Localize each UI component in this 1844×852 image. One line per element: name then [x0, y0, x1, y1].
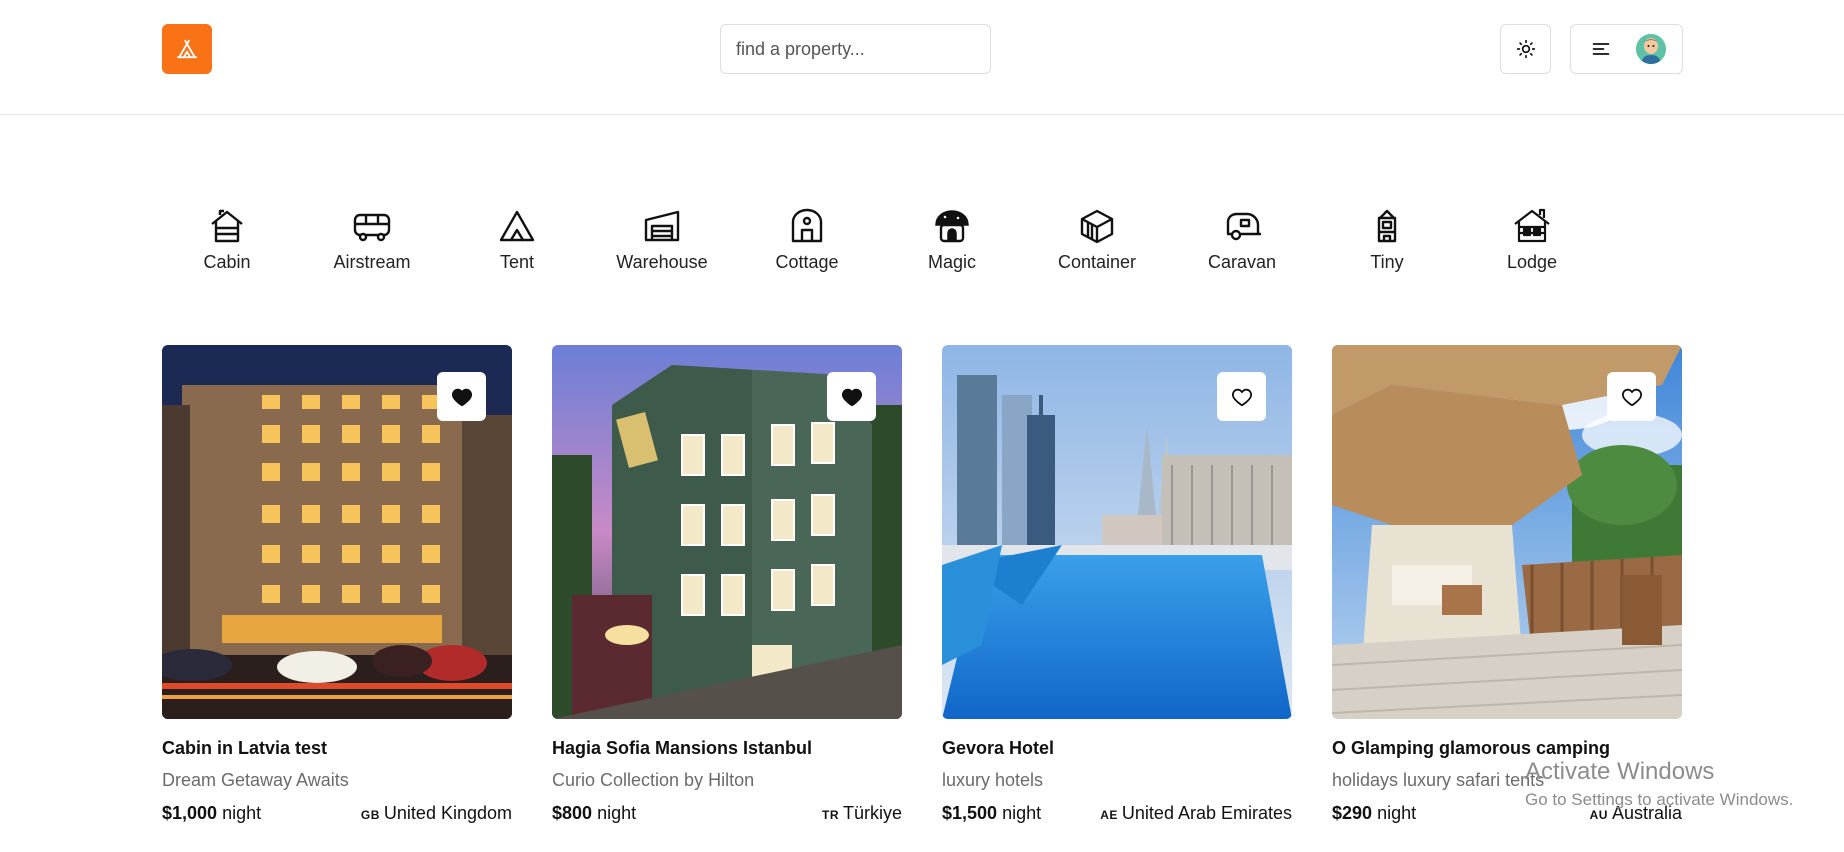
category-cottage[interactable]: Cottage	[742, 206, 872, 273]
category-label: Container	[1057, 252, 1137, 272]
cabin-icon	[211, 209, 243, 243]
category-label: Warehouse	[616, 252, 708, 272]
tent-icon	[499, 210, 535, 242]
category-warehouse[interactable]: Warehouse	[597, 206, 727, 273]
category-label: Tiny	[1370, 252, 1404, 272]
heart-filled-icon	[451, 388, 472, 406]
avatar	[1636, 34, 1666, 64]
price-unit: night	[222, 803, 262, 823]
category-caravan[interactable]: Caravan	[1177, 206, 1307, 273]
container-icon	[1080, 209, 1114, 244]
price-unit: night	[1377, 803, 1417, 823]
favorite-button[interactable]	[827, 372, 876, 421]
property-title[interactable]: Hagia Sofia Mansions Istanbul	[552, 738, 902, 759]
country-code: AU	[1589, 808, 1608, 822]
country-code: TR	[821, 808, 839, 822]
property-image[interactable]	[1332, 345, 1682, 719]
category-label: Magic	[927, 252, 976, 272]
property-meta: $290 night AU Australia	[1332, 803, 1682, 824]
heart-outline-icon	[1231, 388, 1252, 406]
country-code: GB	[360, 808, 380, 822]
property-title[interactable]: Cabin in Latvia test	[162, 738, 512, 759]
heart-outline-icon	[1621, 388, 1642, 406]
category-container[interactable]: Container	[1032, 206, 1162, 273]
property-subtitle: Curio Collection by Hilton	[552, 770, 755, 790]
price: $290 night	[1332, 803, 1416, 824]
property-image[interactable]	[552, 345, 902, 719]
tiny-house-icon	[1377, 209, 1397, 243]
heart-filled-icon	[841, 388, 862, 406]
country-name: United Kingdom	[383, 803, 512, 823]
category-label: Caravan	[1207, 252, 1277, 272]
country-name: Australia	[1611, 803, 1682, 823]
category-tent[interactable]: Tent	[452, 206, 582, 273]
price-unit: night	[1002, 803, 1042, 823]
category-label: Cottage	[775, 252, 839, 272]
category-magic[interactable]: Magic	[887, 206, 1017, 273]
property-subtitle: luxury hotels	[942, 770, 1044, 790]
category-label: Lodge	[1506, 252, 1558, 272]
theme-toggle-button[interactable]	[1500, 24, 1551, 74]
country: GB United Kingdom	[361, 803, 512, 824]
lodge-icon	[1514, 208, 1550, 243]
sun-icon	[1516, 39, 1535, 59]
top-navbar	[0, 0, 1844, 115]
price-unit: night	[597, 803, 637, 823]
property-meta: $800 night TR Türkiye	[552, 803, 902, 824]
price: $1,500 night	[942, 803, 1041, 824]
country-name: Türkiye	[842, 803, 902, 823]
favorite-button[interactable]	[1607, 372, 1656, 421]
favorite-button[interactable]	[437, 372, 486, 421]
category-cabin[interactable]: Cabin	[162, 206, 292, 273]
country: TR Türkiye	[822, 803, 902, 824]
property-subtitle: holidays luxury safari tents	[1332, 770, 1545, 790]
search-input[interactable]	[720, 24, 991, 74]
warehouse-icon	[644, 210, 680, 242]
price: $1,000 night	[162, 803, 261, 824]
price-amount: $1,500	[942, 803, 998, 823]
property-title[interactable]: Gevora Hotel	[942, 738, 1292, 759]
tent-icon	[176, 39, 198, 59]
category-tiny[interactable]: Tiny	[1322, 206, 1452, 273]
category-label: Cabin	[203, 252, 251, 272]
price-amount: $290	[1332, 803, 1373, 823]
property-card[interactable]: Gevora Hotel luxury hotels $1,500 night …	[942, 345, 1292, 824]
country: AU Australia	[1590, 803, 1682, 824]
caravan-icon	[1226, 212, 1261, 241]
property-subtitle: Dream Getaway Awaits	[162, 770, 349, 790]
property-card[interactable]: O Glamping glamorous camping holidays lu…	[1332, 345, 1682, 824]
property-image[interactable]	[162, 345, 512, 719]
cottage-icon	[791, 208, 823, 243]
price: $800 night	[552, 803, 636, 824]
property-card[interactable]: Hagia Sofia Mansions Istanbul Curio Coll…	[552, 345, 902, 824]
country: AE United Arab Emirates	[1100, 803, 1292, 824]
country-code: AE	[1100, 808, 1118, 822]
price-amount: $1,000	[162, 803, 218, 823]
favorite-button[interactable]	[1217, 372, 1266, 421]
category-label: Airstream	[333, 252, 411, 272]
category-airstream[interactable]: Airstream	[307, 206, 437, 273]
user-menu-button[interactable]	[1570, 24, 1683, 74]
menu-lines-icon	[1592, 43, 1610, 55]
home-logo-button[interactable]	[162, 24, 212, 74]
country-name: United Arab Emirates	[1121, 803, 1292, 823]
property-meta: $1,000 night GB United Kingdom	[162, 803, 512, 824]
property-meta: $1,500 night AE United Arab Emirates	[942, 803, 1292, 824]
property-title[interactable]: O Glamping glamorous camping	[1332, 738, 1682, 759]
mushroom-house-icon	[935, 210, 969, 243]
category-bar: Cabin Airstream Tent Warehouse Cottage M…	[162, 206, 1682, 286]
category-label: Tent	[499, 252, 535, 272]
property-image[interactable]	[942, 345, 1292, 719]
category-lodge[interactable]: Lodge	[1467, 206, 1597, 273]
property-card[interactable]: Cabin in Latvia test Dream Getaway Await…	[162, 345, 512, 824]
price-amount: $800	[552, 803, 593, 823]
bus-icon	[353, 213, 391, 242]
